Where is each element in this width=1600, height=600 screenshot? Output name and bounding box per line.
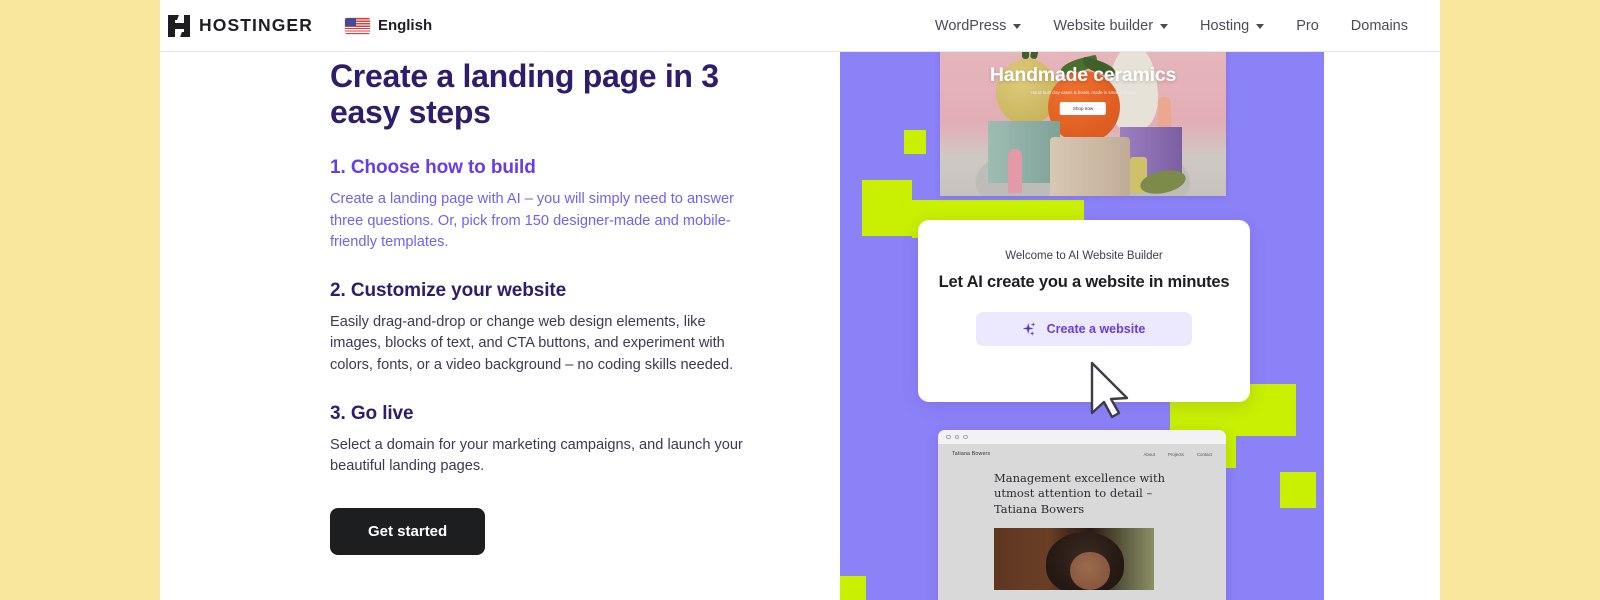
step-2-title: 2. Customize your website [330,279,567,301]
page-title: Create a landing page in 3 easy steps [330,58,719,131]
portfolio-headline: Management excellence with utmost attent… [994,471,1166,516]
get-started-button[interactable]: Get started [330,507,486,555]
site-header: HOSTINGER English WordPress Website buil… [160,0,1440,52]
portfolio-nav: Tatiana Bowers About Projects Contact [938,444,1226,457]
chevron-down-icon [1256,24,1265,29]
portfolio-brand: Tatiana Bowers [952,451,991,457]
chevron-down-icon [1013,24,1022,29]
illustration-panel: Free shipping for orders over $75 worldw… [840,52,1440,600]
hostinger-h-logo-icon [168,14,190,37]
nav-label: WordPress [934,17,1007,34]
portfolio-nav-links: About Projects Contact [1144,452,1213,457]
ceramics-site-preview[interactable]: Free shipping for orders over $75 worldw… [940,52,1226,196]
create-a-website-button[interactable]: Create a website [976,312,1192,347]
window-dot [954,434,959,440]
chevron-down-icon [1160,24,1169,29]
nav-label: Pro [1296,17,1319,34]
nav-label: Domains [1350,17,1408,34]
portfolio-site-preview[interactable]: Tatiana Bowers About Projects Contact Ma… [938,430,1226,600]
nav-item-domains[interactable]: Domains [1335,18,1424,34]
ai-builder-card: Welcome to AI Website Builder Let AI cre… [918,220,1250,402]
window-dot [946,434,951,440]
nav-item-website-builder[interactable]: Website builder [1037,18,1184,34]
ceramics-subtitle: Hand-built clay vases & bowls, made in s… [1030,90,1136,95]
lime-accent-square [862,180,912,236]
ai-headline: Let AI create you a website in minutes [938,273,1230,291]
landing-page-content: HOSTINGER English WordPress Website buil… [160,0,1440,600]
content-column: Create a landing page in 3 easy steps 1.… [330,52,750,555]
window-dot [963,434,968,440]
brand-logo[interactable]: HOSTINGER [168,14,313,37]
language-label: English [377,17,433,34]
language-selector[interactable]: English [344,17,433,34]
lime-accent-square [1280,472,1316,508]
step-1-body: Create a landing page with AI – you will… [330,190,734,251]
browser-chrome-bar [938,430,1226,444]
portfolio-nav-projects[interactable]: Projects [1168,452,1184,457]
ai-welcome-text: Welcome to AI Website Builder [1005,250,1163,262]
ceramics-title: Handmade ceramics [989,64,1177,86]
nav-item-wordpress[interactable]: WordPress [919,18,1037,34]
lime-accent-square [904,130,926,154]
step-3-body: Select a domain for your marketing campa… [330,436,743,475]
step-2-body: Easily drag-and-drop or change web desig… [330,313,734,373]
mouse-pointer-icon [1090,361,1129,419]
us-flag-icon [344,17,370,34]
main-navigation: WordPress Website builder Hosting Pro Do… [919,18,1440,34]
step-3: 3. Go live Select a domain for your mark… [330,403,750,478]
step-1: 1. Choose how to build Create a landing … [330,157,750,254]
nav-item-hosting[interactable]: Hosting [1184,18,1280,34]
step-3-title: 3. Go live [330,402,414,424]
portfolio-portrait-photo [994,527,1154,590]
ceramics-shop-button[interactable]: Shop now [1059,102,1107,115]
portfolio-nav-about[interactable]: About [1144,452,1155,457]
nav-label: Hosting [1200,17,1250,34]
step-2: 2. Customize your website Easily drag-an… [330,280,750,377]
nav-item-pro[interactable]: Pro [1280,18,1335,34]
create-a-website-label: Create a website [1046,322,1146,337]
brand-name: HOSTINGER [199,15,313,35]
step-1-title: 1. Choose how to build [330,156,536,178]
lime-accent-square [840,576,866,600]
sparkle-icon [1022,321,1038,337]
nav-label: Website builder [1053,17,1154,34]
portfolio-nav-contact[interactable]: Contact [1197,452,1212,457]
